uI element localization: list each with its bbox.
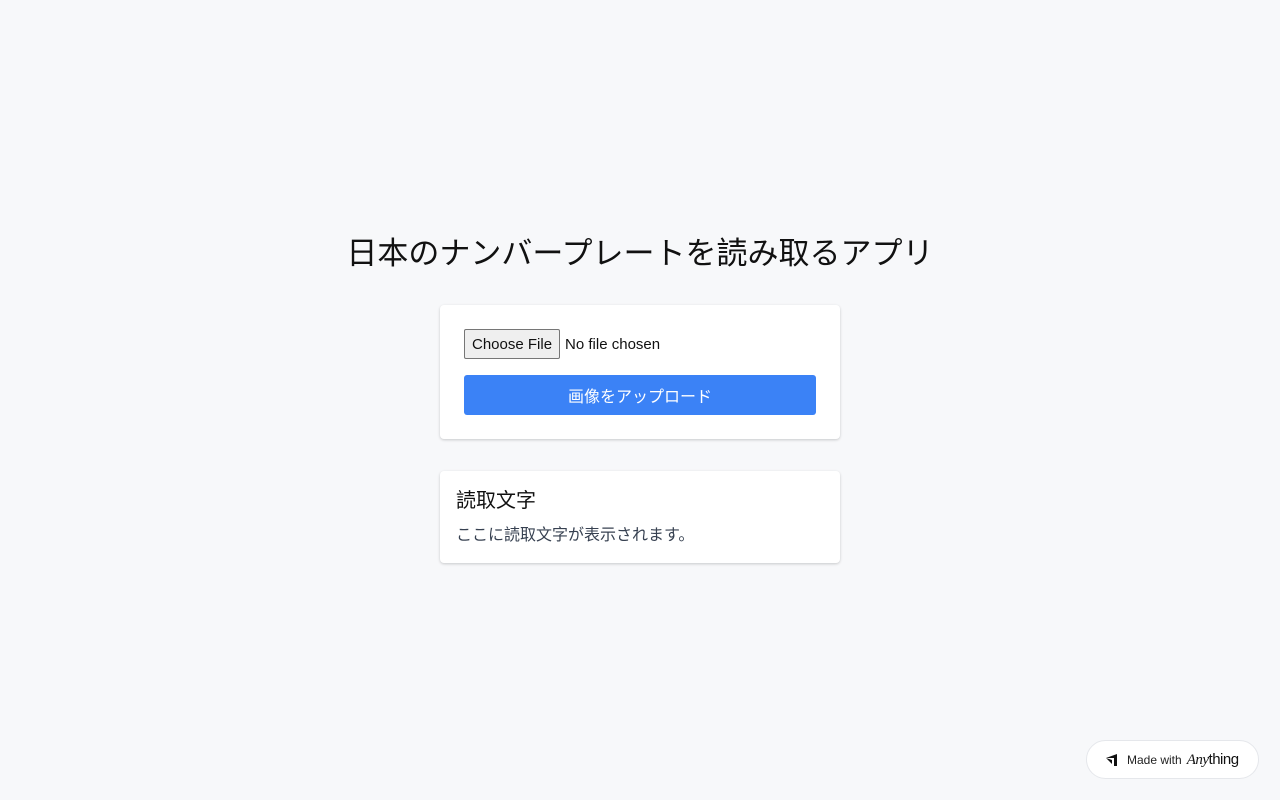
file-status-text: No file chosen <box>565 335 661 353</box>
made-with-anything-badge[interactable]: Made with Anything <box>1086 740 1259 779</box>
result-card: 読取文字 ここに読取文字が表示されます。 <box>440 471 840 563</box>
file-input[interactable]: Choose File No file chosen <box>464 329 660 359</box>
page-title: 日本のナンバープレートを読み取るアプリ <box>346 236 934 272</box>
upload-image-button[interactable]: 画像をアップロード <box>464 375 816 415</box>
brand-suffix: thing <box>1208 750 1240 768</box>
app-page: 日本のナンバープレートを読み取るアプリ Choose File No file … <box>0 0 1280 800</box>
anything-logo-icon <box>1106 753 1117 766</box>
choose-file-button[interactable]: Choose File <box>464 329 561 359</box>
upload-card: Choose File No file chosen 画像をアップロード <box>440 305 840 439</box>
result-text: ここに読取文字が表示されます。 <box>456 525 695 544</box>
brand-name: Anything <box>1187 751 1239 769</box>
brand-prefix: Any <box>1186 751 1209 768</box>
made-with-label: Made with <box>1127 752 1182 767</box>
result-heading: 読取文字 <box>456 488 536 512</box>
